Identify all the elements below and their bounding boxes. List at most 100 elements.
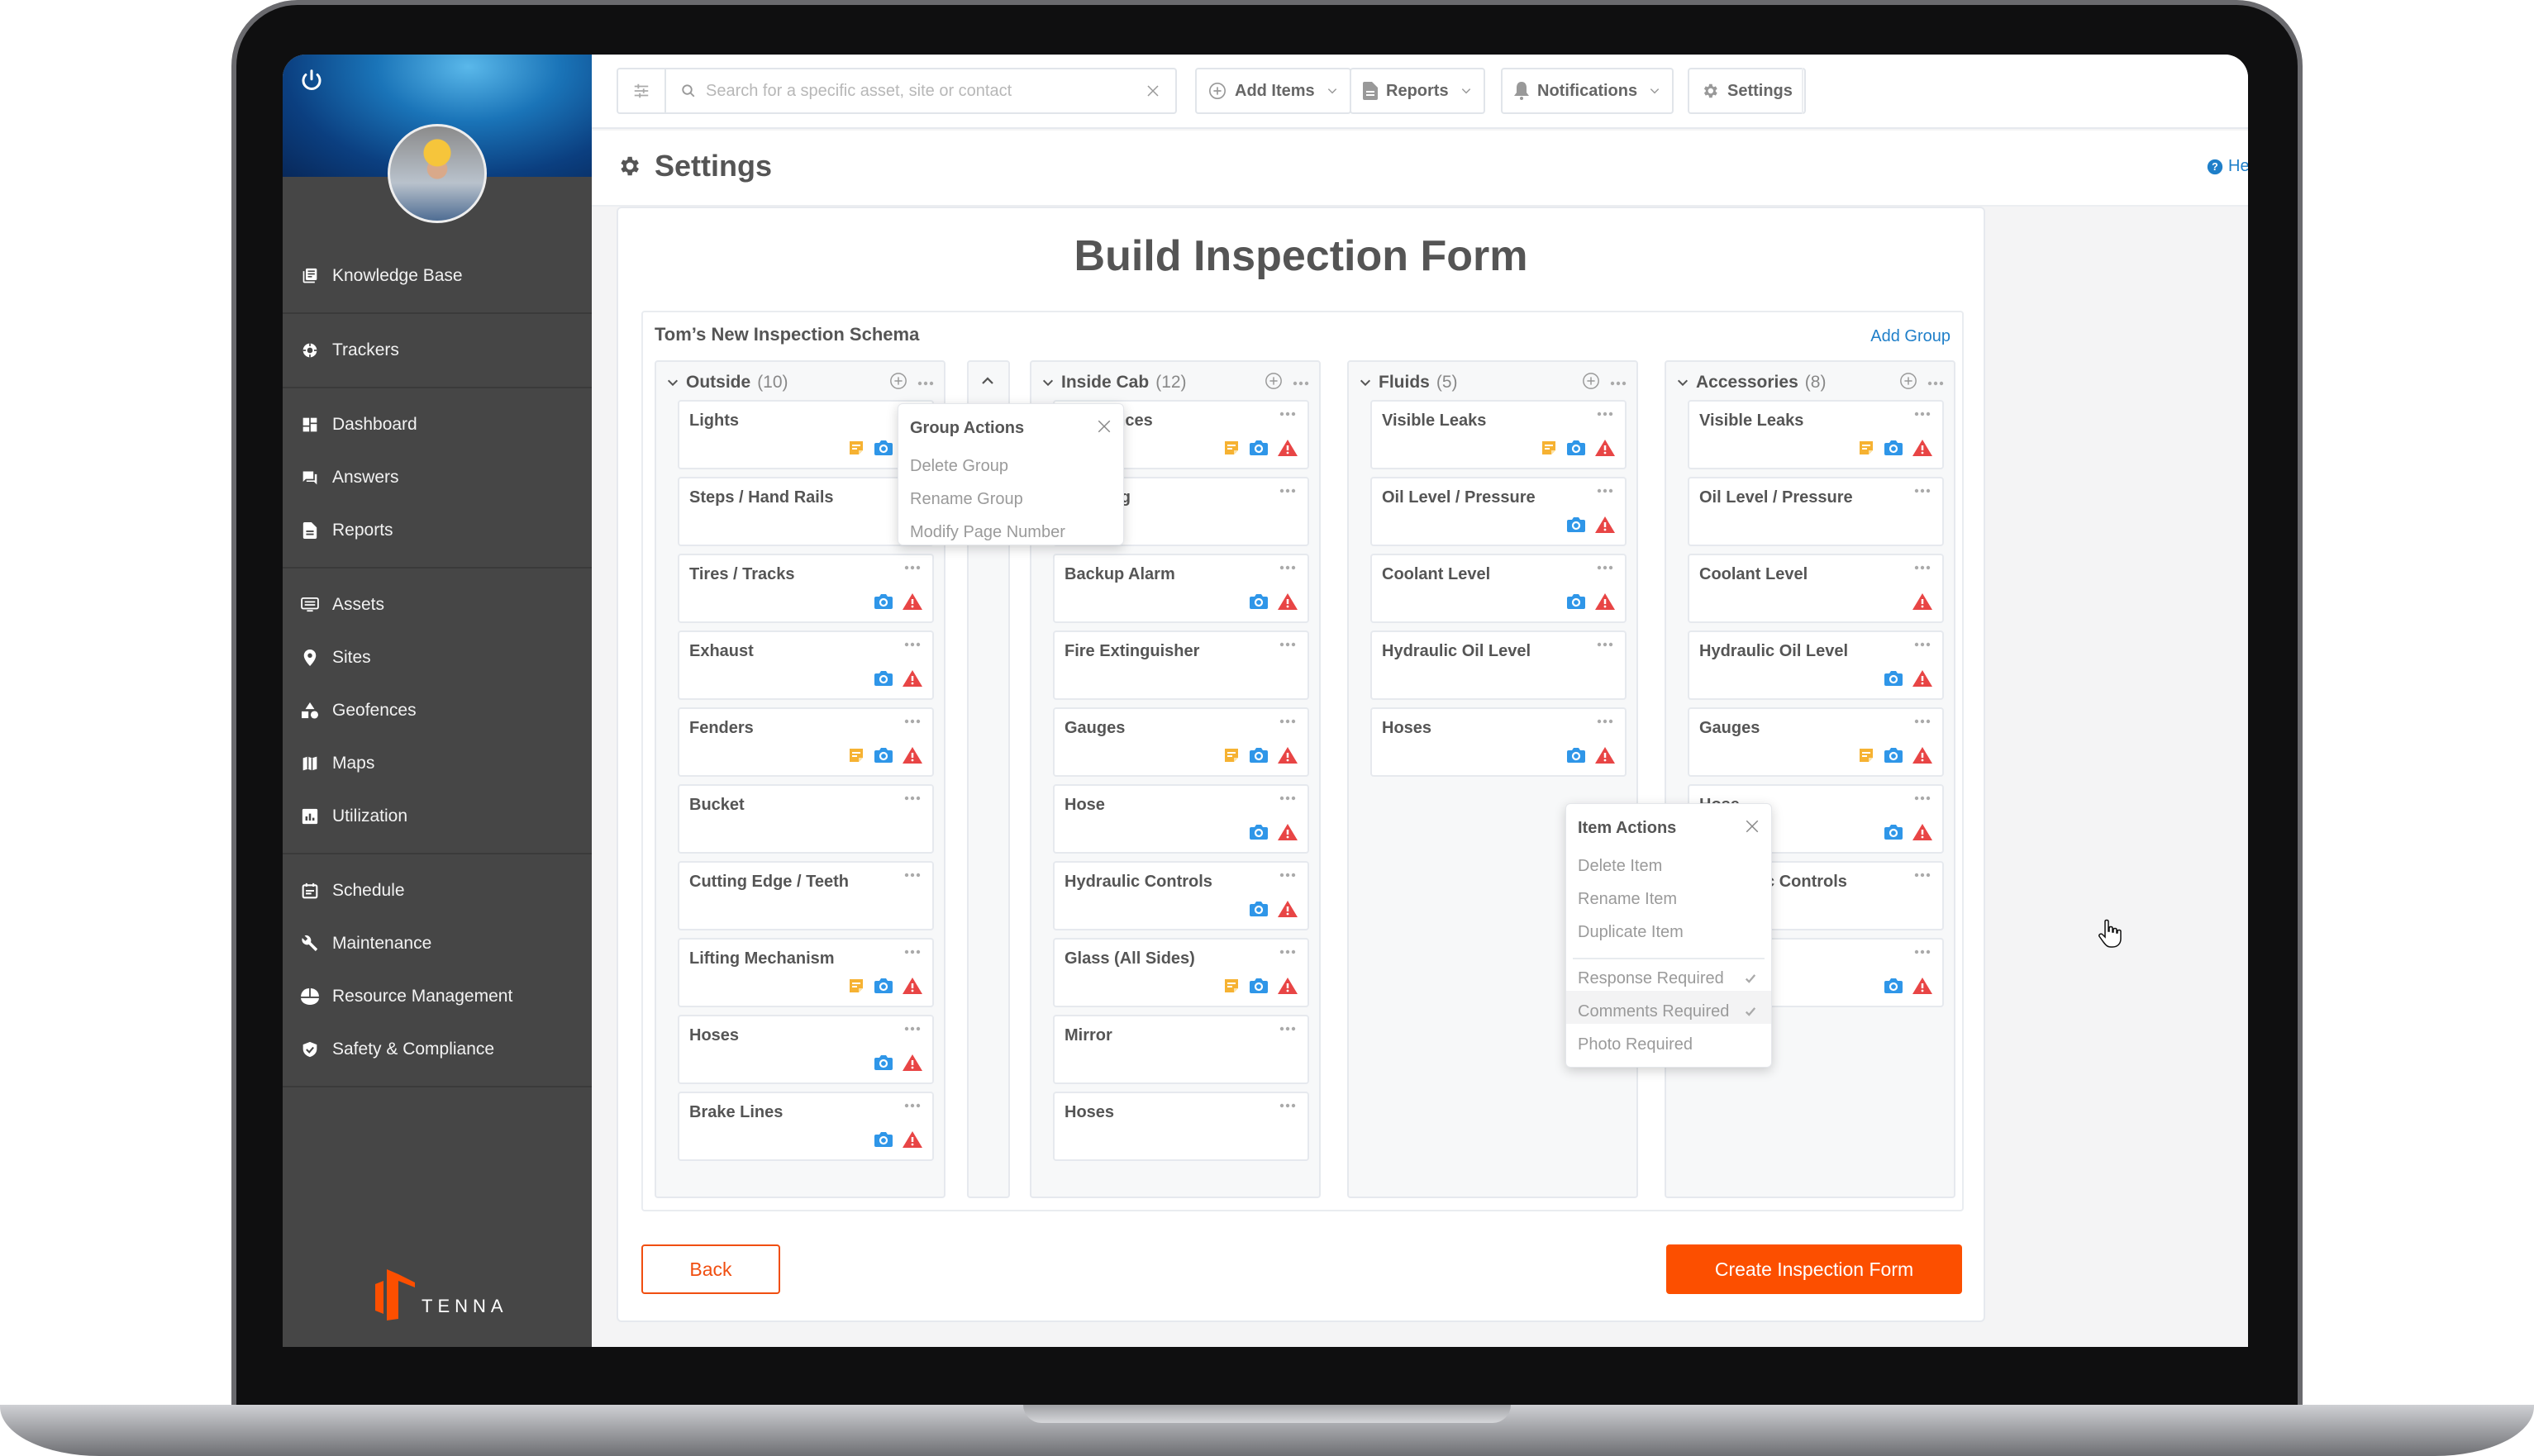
rename-item-option[interactable]: Rename Item [1578, 890, 1677, 909]
group-more-button[interactable] [917, 375, 934, 390]
delete-item-option[interactable]: Delete Item [1578, 857, 1662, 876]
close-icon[interactable] [1745, 819, 1760, 834]
inspection-item[interactable]: Lifting Mechanism [678, 938, 934, 1007]
sidebar-item-sites[interactable]: Sites [283, 631, 592, 684]
duplicate-item-option[interactable]: Duplicate Item [1578, 923, 1684, 942]
photo-required-toggle[interactable]: Photo Required [1578, 1035, 1693, 1054]
chevron-down-icon[interactable] [1676, 376, 1689, 389]
close-icon[interactable] [1097, 419, 1112, 434]
inspection-item[interactable]: Hydraulic Oil Level [1370, 630, 1627, 700]
item-more-button[interactable] [904, 873, 921, 878]
inspection-item[interactable]: Bucket [678, 784, 934, 854]
power-icon[interactable] [299, 68, 324, 93]
settings-button[interactable]: Settings [1688, 68, 1806, 114]
inspection-item[interactable]: Hose [1053, 784, 1309, 854]
sidebar-item-knowledge-base[interactable]: Knowledge Base [283, 250, 592, 302]
add-group-link[interactable]: Add Group [1870, 327, 1951, 346]
help-link[interactable]: ? Help [2207, 157, 2248, 176]
inspection-item[interactable]: Fire Extinguisher [1053, 630, 1309, 700]
item-more-button[interactable] [1279, 412, 1296, 416]
item-more-button[interactable] [1914, 565, 1931, 570]
inspection-item[interactable]: Backup Alarm [1053, 554, 1309, 623]
group-more-button[interactable] [1293, 375, 1309, 390]
inspection-item[interactable]: Hydraulic Oil Level [1688, 630, 1944, 700]
add-item-icon[interactable] [889, 372, 907, 394]
inspection-item[interactable]: Gauges [1688, 707, 1944, 777]
item-more-button[interactable] [904, 719, 921, 724]
inspection-item[interactable]: Hoses [1053, 1092, 1309, 1161]
item-more-button[interactable] [904, 565, 921, 570]
item-more-button[interactable] [1597, 488, 1613, 493]
inspection-item[interactable]: Glass (All Sides) [1053, 938, 1309, 1007]
item-more-button[interactable] [1914, 873, 1931, 878]
item-more-button[interactable] [1279, 1026, 1296, 1031]
sidebar-item-resource-management[interactable]: Resource Management [283, 970, 592, 1023]
item-more-button[interactable] [1914, 796, 1931, 801]
item-more-button[interactable] [1279, 796, 1296, 801]
sidebar-item-utilization[interactable]: Utilization [283, 790, 592, 843]
inspection-item[interactable]: Oil Level / Pressure [1688, 477, 1944, 546]
inspection-item[interactable]: Cutting Edge / Teeth [678, 861, 934, 930]
group-more-button[interactable] [1927, 375, 1944, 390]
inspection-item[interactable]: Fenders [678, 707, 934, 777]
notifications-button[interactable]: Notifications [1501, 68, 1674, 114]
chevron-down-icon[interactable] [1041, 376, 1055, 389]
filter-button[interactable] [617, 68, 664, 114]
item-more-button[interactable] [1914, 642, 1931, 647]
inspection-item[interactable]: Mirror [1053, 1015, 1309, 1084]
item-more-button[interactable] [1279, 1103, 1296, 1108]
clear-search-icon[interactable] [1146, 83, 1160, 98]
rename-group-option[interactable]: Rename Group [910, 490, 1023, 509]
item-more-button[interactable] [1279, 949, 1296, 954]
item-more-button[interactable] [1279, 873, 1296, 878]
add-item-icon[interactable] [1265, 372, 1283, 394]
delete-group-option[interactable]: Delete Group [910, 457, 1008, 476]
item-more-button[interactable] [904, 949, 921, 954]
item-more-button[interactable] [904, 796, 921, 801]
sidebar-item-safety-compliance[interactable]: Safety & Compliance [283, 1023, 592, 1076]
search-input[interactable] [706, 81, 1146, 101]
add-items-button[interactable]: Add Items [1195, 68, 1351, 114]
inspection-item[interactable]: Coolant Level [1688, 554, 1944, 623]
inspection-item[interactable]: Exhaust [678, 630, 934, 700]
chevron-up-icon[interactable] [980, 374, 995, 388]
inspection-item[interactable]: Hydraulic Controls [1053, 861, 1309, 930]
item-more-button[interactable] [1914, 488, 1931, 493]
inspection-item[interactable]: Gauges [1053, 707, 1309, 777]
sidebar-item-reports[interactable]: Reports [283, 504, 592, 557]
modify-page-number-option[interactable]: Modify Page Number [910, 523, 1065, 542]
inspection-item[interactable]: Hoses [678, 1015, 934, 1084]
inspection-item[interactable]: Oil Level / Pressure [1370, 477, 1627, 546]
item-more-button[interactable] [904, 1026, 921, 1031]
item-more-button[interactable] [1914, 949, 1931, 954]
add-item-icon[interactable] [1899, 372, 1917, 394]
item-more-button[interactable] [1597, 412, 1613, 416]
item-more-button[interactable] [1279, 565, 1296, 570]
back-button[interactable]: Back [641, 1244, 780, 1294]
inspection-item[interactable]: Visible Leaks [1370, 400, 1627, 469]
sidebar-item-assets[interactable]: Assets [283, 578, 592, 631]
item-more-button[interactable] [1914, 719, 1931, 724]
sidebar-item-dashboard[interactable]: Dashboard [283, 398, 592, 451]
item-more-button[interactable] [1597, 642, 1613, 647]
item-more-button[interactable] [1597, 719, 1613, 724]
item-more-button[interactable] [1914, 412, 1931, 416]
sidebar-item-answers[interactable]: Answers [283, 451, 592, 504]
item-more-button[interactable] [904, 1103, 921, 1108]
sidebar-item-schedule[interactable]: Schedule [283, 864, 592, 917]
item-more-button[interactable] [1279, 642, 1296, 647]
response-required-toggle[interactable]: Response Required [1578, 969, 1724, 988]
inspection-item[interactable]: Steps / Hand Rails [678, 477, 934, 546]
inspection-item[interactable]: Tires / Tracks [678, 554, 934, 623]
chevron-down-icon[interactable] [666, 376, 679, 389]
chevron-down-icon[interactable] [1359, 376, 1372, 389]
item-more-button[interactable] [1597, 565, 1613, 570]
group-more-button[interactable] [1610, 375, 1627, 390]
sidebar-item-geofences[interactable]: Geofences [283, 684, 592, 737]
sidebar-item-trackers[interactable]: Trackers [283, 324, 592, 377]
comments-required-toggle[interactable]: Comments Required [1578, 1002, 1729, 1021]
inspection-item[interactable]: Hoses [1370, 707, 1627, 777]
reports-button[interactable]: Reports [1350, 68, 1485, 114]
inspection-item[interactable]: Lights [678, 400, 934, 469]
sidebar-item-maintenance[interactable]: Maintenance [283, 917, 592, 970]
